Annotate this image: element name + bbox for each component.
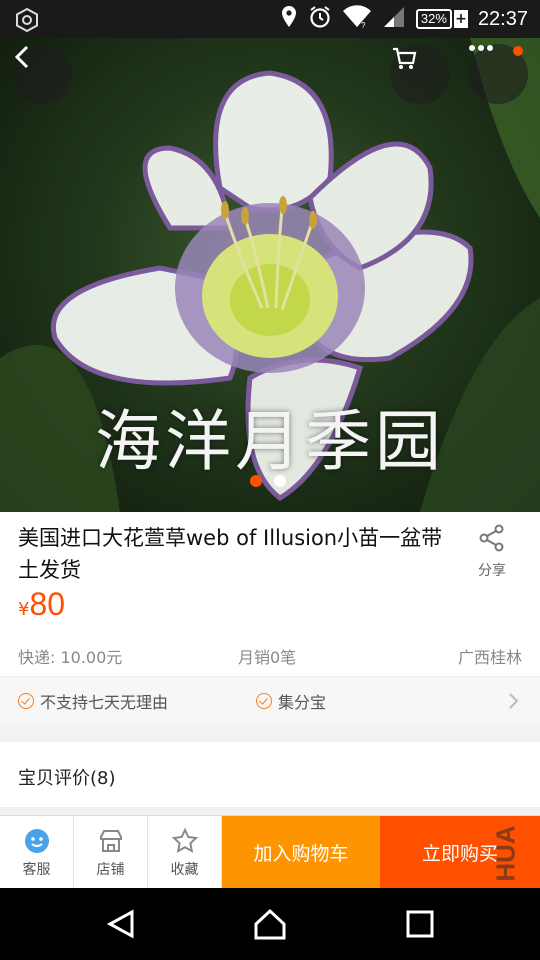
signal-icon [382,5,406,33]
product-info: 美国进口大花萱草web of Illusion小苗一盆带土发货 分享 ¥80 快… [0,512,540,676]
price-symbol: ¥ [18,599,30,620]
product-detail-page: ? 32% + 22:37 海洋月季园 美国进口大花萱草web of Illus… [0,0,540,960]
bottom-action-bar: 客服 店铺 收藏 加入购物车 立即购买 HUA [0,815,540,889]
service-label: 不支持七天无理由 [40,693,169,712]
carousel-dot [274,475,286,487]
triangle-back-icon [106,909,134,939]
status-bar: ? 32% + 22:37 [0,0,540,38]
reviews-label: 宝贝评价(8) [18,768,116,789]
product-image-carousel[interactable]: 海洋月季园 [0,38,540,512]
system-nav-bar [0,888,540,960]
nav-recents-button[interactable] [402,906,438,942]
carousel-dot-active [250,475,262,487]
cart-icon [393,47,417,69]
ship-from-location: 广西桂林 [457,648,522,667]
check-circle-icon [18,693,34,709]
location-icon [280,5,298,33]
service-label: 集分宝 [278,693,327,712]
chevron-left-icon [14,45,29,69]
buy-now-button[interactable]: 立即购买 HUA [380,816,540,889]
product-price: ¥80 [18,586,65,623]
service-item: 不支持七天无理由 [18,689,168,713]
buy-now-label: 立即购买 [421,843,498,865]
customer-service-label: 客服 [22,861,51,878]
product-title: 美国进口大花萱草web of Illusion小苗一盆带土发货 [18,526,443,582]
carousel-indicator [250,475,286,487]
monthly-sales: 月销0笔 [238,648,297,667]
favorite-button[interactable]: 收藏 [148,816,222,889]
back-button[interactable] [12,44,72,104]
corner-watermark: HUA [490,825,521,882]
shop-button[interactable]: 店铺 [74,816,148,889]
check-circle-icon [256,693,272,709]
notification-dot [513,46,523,56]
square-recents-icon [406,910,434,938]
home-icon [254,908,286,940]
service-guarantees[interactable]: 不支持七天无理由 集分宝 [0,676,540,724]
price-value: 80 [29,586,66,622]
share-button[interactable]: 分享 [466,524,518,580]
favorite-label: 收藏 [170,861,199,878]
reviews-section[interactable]: 宝贝评价(8) [0,742,540,808]
battery-level: 32% [415,9,452,29]
settings-ring-icon [14,7,40,37]
shop-icon [99,829,122,852]
star-icon [171,827,198,853]
shipping-fee: 快递: 10.00元 [18,648,123,667]
nav-back-button[interactable] [104,906,140,942]
customer-service-button[interactable]: 客服 [0,816,74,889]
clock: 22:37 [477,7,528,30]
nav-home-button[interactable] [252,906,288,942]
alarm-icon [308,5,332,33]
share-icon [479,524,504,552]
share-label: 分享 [478,563,506,579]
shop-label: 店铺 [96,861,125,878]
cart-button[interactable] [390,44,450,104]
add-to-cart-button[interactable]: 加入购物车 [222,816,380,889]
more-icon [469,45,493,51]
service-item: 集分宝 [256,689,326,713]
svg-text:?: ? [361,21,366,29]
customer-service-icon [24,828,49,853]
battery-icon: 32% + [415,9,468,29]
chevron-right-icon [509,693,519,709]
wifi-icon: ? [342,5,372,33]
image-watermark: 海洋月季园 [95,403,445,480]
